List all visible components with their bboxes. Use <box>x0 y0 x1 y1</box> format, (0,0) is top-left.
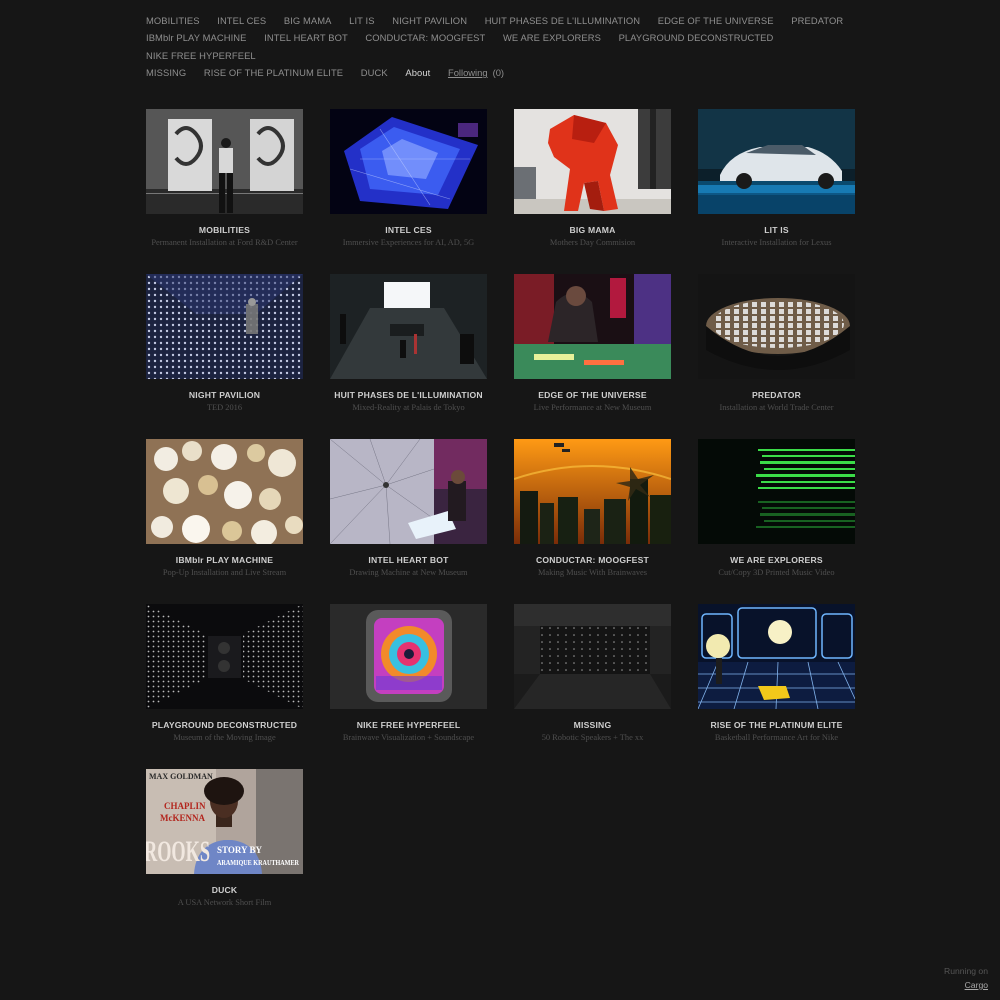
project-subtitle: TED 2016 <box>206 403 243 412</box>
running-on-label: Running on <box>944 966 988 976</box>
project-thumbnail-duck[interactable]: MAX GOLDMAN CHAPLIN McKENNA ROOKS STORY … <box>146 769 303 874</box>
project-subtitle: Making Music With Brainwaves <box>537 568 648 577</box>
poster-text-line: CHAPLIN <box>164 801 206 811</box>
nav-link-about[interactable]: About <box>405 67 430 78</box>
project-thumbnail-big-mama[interactable] <box>514 109 671 214</box>
nav-link-ibmblr-play-machine[interactable]: IBMblr PLAY MACHINE <box>146 32 247 43</box>
poster-text-line: McKENNA <box>160 813 205 823</box>
footer: Running on Cargo <box>944 964 988 992</box>
project-subtitle: 50 Robotic Speakers + The xx <box>541 733 644 742</box>
cargo-link[interactable]: Cargo <box>944 978 988 992</box>
project-title[interactable]: DUCK <box>146 885 303 895</box>
project-tile-predator[interactable]: PREDATOR Installation at World Trade Cen… <box>698 274 855 412</box>
project-thumbnail-intel-heart-bot[interactable] <box>330 439 487 544</box>
project-thumbnail-edge-of-the-universe[interactable] <box>514 274 671 379</box>
project-title[interactable]: HUIT PHASES DE L'ILLUMINATION <box>330 390 487 400</box>
project-tile-rise-of-the-platinum-elite[interactable]: RISE OF THE PLATINUM ELITE Basketball Pe… <box>698 604 855 742</box>
project-tile-big-mama[interactable]: BIG MAMA Mothers Day Commision <box>514 109 671 247</box>
poster-text-line: ARAMIQUE KRAUTHAMER <box>217 858 299 867</box>
project-title[interactable]: BIG MAMA <box>514 225 671 235</box>
nav-link-nike-free-hyperfeel[interactable]: NIKE FREE HYPERFEEL <box>146 50 256 61</box>
nav-link-edge-of-the-universe[interactable]: EDGE OF THE UNIVERSE <box>658 15 774 26</box>
project-thumbnail-predator[interactable] <box>698 274 855 379</box>
project-tile-we-are-explorers[interactable]: WE ARE EXPLORERS Cut/Copy 3D Printed Mus… <box>698 439 855 577</box>
project-subtitle: Basketball Performance Art for Nike <box>714 733 839 742</box>
nav-link-night-pavilion[interactable]: NIGHT PAVILION <box>392 15 467 26</box>
project-title[interactable]: MOBILITIES <box>146 225 303 235</box>
following-count: (0) <box>492 67 505 79</box>
project-title[interactable]: WE ARE EXPLORERS <box>698 555 855 565</box>
project-tile-mobilities[interactable]: MOBILITIES Permanent Installation at For… <box>146 109 303 247</box>
project-title[interactable]: INTEL HEART BOT <box>330 555 487 565</box>
project-tile-huit-phases[interactable]: HUIT PHASES DE L'ILLUMINATION Mixed-Real… <box>330 274 487 412</box>
project-subtitle: Mixed-Reality at Palais de Tokyo <box>352 403 465 412</box>
project-thumbnail-conductar-moogfest[interactable] <box>514 439 671 544</box>
nav-link-missing[interactable]: MISSING <box>146 67 186 78</box>
project-title[interactable]: PREDATOR <box>698 390 855 400</box>
poster-text-line: MAX GOLDMAN <box>149 772 213 781</box>
project-tile-playground-deconstructed[interactable]: PLAYGROUND DECONSTRUCTED Museum of the M… <box>146 604 303 742</box>
project-thumbnail-huit-phases[interactable] <box>330 274 487 379</box>
poster-text-line: ROOKS <box>146 835 210 868</box>
project-subtitle: Brainwave Visualization + Soundscape <box>342 733 475 742</box>
project-tile-missing[interactable]: MISSING 50 Robotic Speakers + The xx <box>514 604 671 742</box>
nav-link-conductar-moogfest[interactable]: CONDUCTAR: MOOGFEST <box>365 32 485 43</box>
following-link[interactable]: Following <box>448 67 488 78</box>
project-thumbnail-rise-of-the-platinum-elite[interactable] <box>698 604 855 709</box>
project-title[interactable]: CONDUCTAR: MOOGFEST <box>514 555 671 565</box>
project-subtitle: Permanent Installation at Ford R&D Cente… <box>151 238 298 247</box>
project-subtitle: Live Performance at New Museum <box>533 403 652 412</box>
project-subtitle: A USA Network Short Film <box>177 898 272 907</box>
nav-link-we-are-explorers[interactable]: WE ARE EXPLORERS <box>503 32 601 43</box>
project-thumbnail-playground-deconstructed[interactable] <box>146 604 303 709</box>
nav-link-duck[interactable]: DUCK <box>361 67 388 78</box>
project-title[interactable]: RISE OF THE PLATINUM ELITE <box>698 720 855 730</box>
project-title[interactable]: INTEL CES <box>330 225 487 235</box>
project-subtitle: Immersive Experiences for AI, AD, 5G <box>342 238 475 247</box>
project-subtitle: Drawing Machine at New Museum <box>349 568 468 577</box>
project-title[interactable]: NIKE FREE HYPERFEEL <box>330 720 487 730</box>
project-tile-ibmblr-play-machine[interactable]: IBMblr PLAY MACHINE Pop-Up Installation … <box>146 439 303 577</box>
project-title[interactable]: NIGHT PAVILION <box>146 390 303 400</box>
project-tile-intel-heart-bot[interactable]: INTEL HEART BOT Drawing Machine at New M… <box>330 439 487 577</box>
project-title[interactable]: LIT IS <box>698 225 855 235</box>
nav-link-intel-ces[interactable]: INTEL CES <box>217 15 266 26</box>
project-tile-intel-ces[interactable]: INTEL CES Immersive Experiences for AI, … <box>330 109 487 247</box>
project-subtitle: Interactive Installation for Lexus <box>721 238 832 247</box>
project-tile-duck[interactable]: MAX GOLDMAN CHAPLIN McKENNA ROOKS STORY … <box>146 769 303 907</box>
nav-link-playground-deconstructed[interactable]: PLAYGROUND DECONSTRUCTED <box>619 32 774 43</box>
project-subtitle: Installation at World Trade Center <box>719 403 834 412</box>
project-thumbnail-missing[interactable] <box>514 604 671 709</box>
nav-link-rise-of-the-platinum-elite[interactable]: RISE OF THE PLATINUM ELITE <box>204 67 343 78</box>
nav-link-intel-heart-bot[interactable]: INTEL HEART BOT <box>264 32 348 43</box>
poster-text-line: STORY BY <box>217 845 262 855</box>
project-thumbnail-nike-free-hyperfeel[interactable] <box>330 604 487 709</box>
nav-link-huit-phases[interactable]: HUIT PHASES DE L'ILLUMINATION <box>485 15 640 26</box>
project-subtitle: Museum of the Moving Image <box>173 733 276 742</box>
project-title[interactable]: EDGE OF THE UNIVERSE <box>514 390 671 400</box>
project-tile-lit-is[interactable]: LIT IS Interactive Installation for Lexu… <box>698 109 855 247</box>
project-subtitle: Pop-Up Installation and Live Stream <box>162 568 287 577</box>
project-thumbnail-lit-is[interactable] <box>698 109 855 214</box>
project-tile-night-pavilion[interactable]: NIGHT PAVILION TED 2016 <box>146 274 303 412</box>
project-thumbnail-mobilities[interactable] <box>146 109 303 214</box>
project-title[interactable]: MISSING <box>514 720 671 730</box>
project-tile-edge-of-the-universe[interactable]: EDGE OF THE UNIVERSE Live Performance at… <box>514 274 671 412</box>
project-subtitle: Mothers Day Commision <box>549 238 636 247</box>
top-navigation: MOBILITIES INTEL CES BIG MAMA LIT IS NIG… <box>146 12 866 82</box>
project-tile-conductar-moogfest[interactable]: CONDUCTAR: MOOGFEST Making Music With Br… <box>514 439 671 577</box>
project-title[interactable]: PLAYGROUND DECONSTRUCTED <box>146 720 303 730</box>
project-thumbnail-intel-ces[interactable] <box>330 109 487 214</box>
project-tile-nike-free-hyperfeel[interactable]: NIKE FREE HYPERFEEL Brainwave Visualizat… <box>330 604 487 742</box>
nav-link-predator[interactable]: PREDATOR <box>791 15 843 26</box>
project-thumbnail-night-pavilion[interactable] <box>146 274 303 379</box>
project-title[interactable]: IBMblr PLAY MACHINE <box>146 555 303 565</box>
nav-link-lit-is[interactable]: LIT IS <box>349 15 374 26</box>
nav-link-big-mama[interactable]: BIG MAMA <box>284 15 332 26</box>
nav-link-mobilities[interactable]: MOBILITIES <box>146 15 200 26</box>
project-subtitle: Cut/Copy 3D Printed Music Video <box>718 568 835 577</box>
project-thumbnail-ibmblr-play-machine[interactable] <box>146 439 303 544</box>
project-thumbnail-we-are-explorers[interactable] <box>698 439 855 544</box>
